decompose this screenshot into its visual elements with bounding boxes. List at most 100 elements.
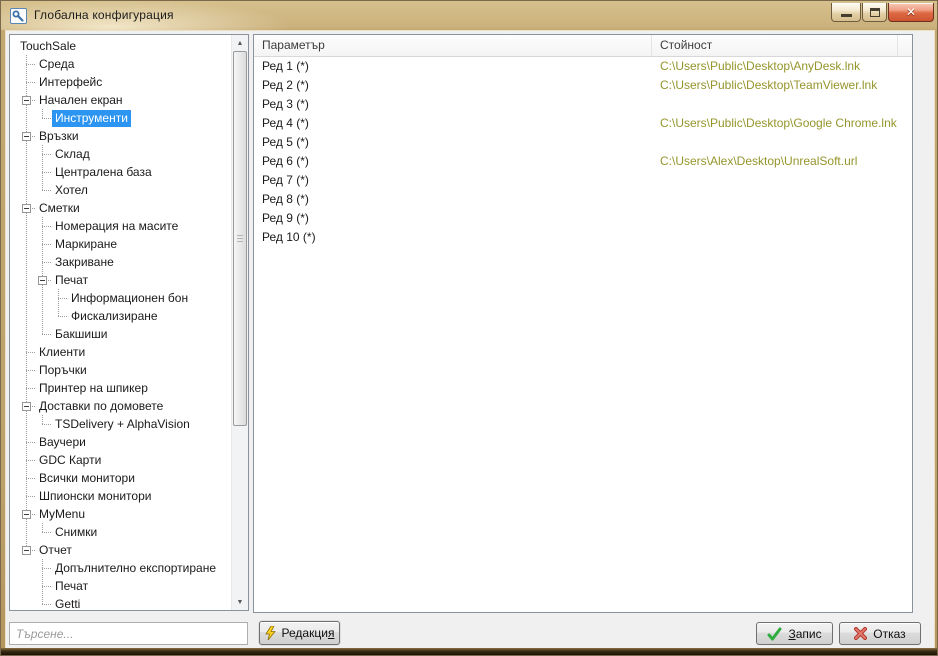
value-cell: [652, 133, 898, 152]
scrollbar-track[interactable]: [232, 51, 248, 594]
value-cell: C:\Users\Public\Desktop\TeamViewer.lnk: [652, 76, 898, 95]
edit-button[interactable]: Редакция: [259, 621, 340, 645]
tree-item[interactable]: Фискализиране: [10, 307, 231, 325]
tree-item[interactable]: Номерация на масите: [10, 217, 231, 235]
tree-item[interactable]: GDC Карти: [10, 451, 231, 469]
tree-item[interactable]: Маркиране: [10, 235, 231, 253]
tree-item-label: Принтер на шпикер: [36, 380, 151, 397]
tree-item[interactable]: Информационен бон: [10, 289, 231, 307]
table-row[interactable]: Ред 1 (*)C:\Users\Public\Desktop\AnyDesk…: [254, 57, 912, 76]
tree-item[interactable]: Печат: [10, 271, 231, 289]
minimize-button[interactable]: [831, 3, 861, 22]
value-cell: [652, 95, 898, 114]
table-row[interactable]: Ред 9 (*): [254, 209, 912, 228]
tree-item-label: TouchSale: [17, 38, 79, 55]
tree-item[interactable]: Отчет: [10, 541, 231, 559]
table-row[interactable]: Ред 5 (*): [254, 133, 912, 152]
tree-item[interactable]: TSDelivery + AlphaVision: [10, 415, 231, 433]
tree-item[interactable]: Централена база: [10, 163, 231, 181]
collapse-toggle-icon[interactable]: [22, 132, 31, 141]
table-row[interactable]: Ред 3 (*): [254, 95, 912, 114]
scroll-down-arrow-icon[interactable]: ▼: [232, 594, 248, 610]
column-header-parameter[interactable]: Параметър: [254, 35, 652, 56]
tree-item[interactable]: Всички монитори: [10, 469, 231, 487]
collapse-toggle-icon[interactable]: [22, 546, 31, 555]
tree-item-label: Доставки по домовете: [36, 398, 166, 415]
tree-item[interactable]: Getti: [10, 595, 231, 611]
tree-item[interactable]: Начален екран: [10, 91, 231, 109]
table-row[interactable]: Ред 10 (*): [254, 228, 912, 247]
tree-scrollbar[interactable]: ▲ ▼: [231, 35, 248, 610]
value-cell: [652, 190, 898, 209]
scroll-up-arrow-icon[interactable]: ▲: [232, 35, 248, 51]
tree-item[interactable]: Шпионски монитори: [10, 487, 231, 505]
table-row[interactable]: Ред 6 (*)C:\Users\Alex\Desktop\UnrealSof…: [254, 152, 912, 171]
collapse-toggle-icon[interactable]: [22, 510, 31, 519]
tree-item[interactable]: MyMenu: [10, 505, 231, 523]
tree-item[interactable]: Закриване: [10, 253, 231, 271]
tree-item-label: Бакшиши: [52, 326, 110, 343]
collapse-toggle-icon[interactable]: [38, 276, 47, 285]
tree-item[interactable]: Доставки по домовете: [10, 397, 231, 415]
edit-button-label: Редакция: [282, 626, 335, 640]
tree-item[interactable]: TouchSale: [10, 37, 231, 55]
window-bottom-border: [1, 648, 937, 655]
collapse-toggle-icon[interactable]: [22, 96, 31, 105]
cancel-button[interactable]: Отказ: [839, 622, 921, 645]
tree-item[interactable]: Ваучери: [10, 433, 231, 451]
tree-item-label: Ваучери: [36, 434, 89, 451]
tree-item-label: Печат: [52, 272, 91, 289]
collapse-toggle-icon[interactable]: [22, 204, 31, 213]
tree-item[interactable]: Интерфейс: [10, 73, 231, 91]
tree-item-label: Печат: [52, 578, 91, 595]
table-row[interactable]: Ред 2 (*)C:\Users\Public\Desktop\TeamVie…: [254, 76, 912, 95]
search-input[interactable]: [9, 622, 248, 645]
tree-item-label: Клиенти: [36, 344, 88, 361]
tree-item-label: Снимки: [52, 524, 100, 541]
column-header-value[interactable]: Стойност: [652, 35, 898, 56]
tree-item-label: Сметки: [36, 200, 83, 217]
tree-item-label: Всички монитори: [36, 470, 138, 487]
tree-item[interactable]: Допълнително експортиране: [10, 559, 231, 577]
tree-item-label: Връзки: [36, 128, 82, 145]
titlebar[interactable]: Глобална конфигурация: [1, 1, 937, 30]
scrollbar-grip-icon: [237, 235, 243, 243]
tree-item[interactable]: Инструменти: [10, 109, 231, 127]
tree-item-label: Закриване: [52, 254, 117, 271]
tree-item[interactable]: Сметки: [10, 199, 231, 217]
table-row[interactable]: Ред 8 (*): [254, 190, 912, 209]
tree-item[interactable]: Връзки: [10, 127, 231, 145]
tree-item[interactable]: Снимки: [10, 523, 231, 541]
lightning-icon: [265, 626, 276, 640]
tree-item-label: Номерация на масите: [52, 218, 181, 235]
tree-item[interactable]: Бакшиши: [10, 325, 231, 343]
save-button-label: Запис: [788, 627, 821, 641]
tree-item[interactable]: Поръчки: [10, 361, 231, 379]
parameter-cell: Ред 2 (*): [254, 76, 652, 95]
tree-item[interactable]: Принтер на шпикер: [10, 379, 231, 397]
tree-item-label: Getti: [52, 596, 83, 611]
config-tree: TouchSaleСредаИнтерфейсНачален екранИнст…: [10, 37, 231, 611]
tree-item[interactable]: Клиенти: [10, 343, 231, 361]
parameter-cell: Ред 8 (*): [254, 190, 652, 209]
close-icon: ✕: [906, 6, 916, 18]
value-cell: C:\Users\Public\Desktop\AnyDesk.lnk: [652, 57, 898, 76]
maximize-button[interactable]: [862, 3, 887, 22]
value-cell: [652, 209, 898, 228]
parameter-cell: Ред 3 (*): [254, 95, 652, 114]
parameter-cell: Ред 1 (*): [254, 57, 652, 76]
tree-item-label: Информационен бон: [68, 290, 191, 307]
save-button[interactable]: Запис: [756, 622, 833, 645]
tree-item[interactable]: Склад: [10, 145, 231, 163]
close-button[interactable]: ✕: [888, 3, 934, 22]
parameter-cell: Ред 10 (*): [254, 228, 652, 247]
table-row[interactable]: Ред 7 (*): [254, 171, 912, 190]
tree-item[interactable]: Среда: [10, 55, 231, 73]
scrollbar-thumb[interactable]: [233, 51, 247, 426]
window-title: Глобална конфигурация: [34, 8, 174, 22]
tree-item[interactable]: Хотел: [10, 181, 231, 199]
tree-item-label: Хотел: [52, 182, 91, 199]
collapse-toggle-icon[interactable]: [22, 402, 31, 411]
tree-item[interactable]: Печат: [10, 577, 231, 595]
table-row[interactable]: Ред 4 (*)C:\Users\Public\Desktop\Google …: [254, 114, 912, 133]
